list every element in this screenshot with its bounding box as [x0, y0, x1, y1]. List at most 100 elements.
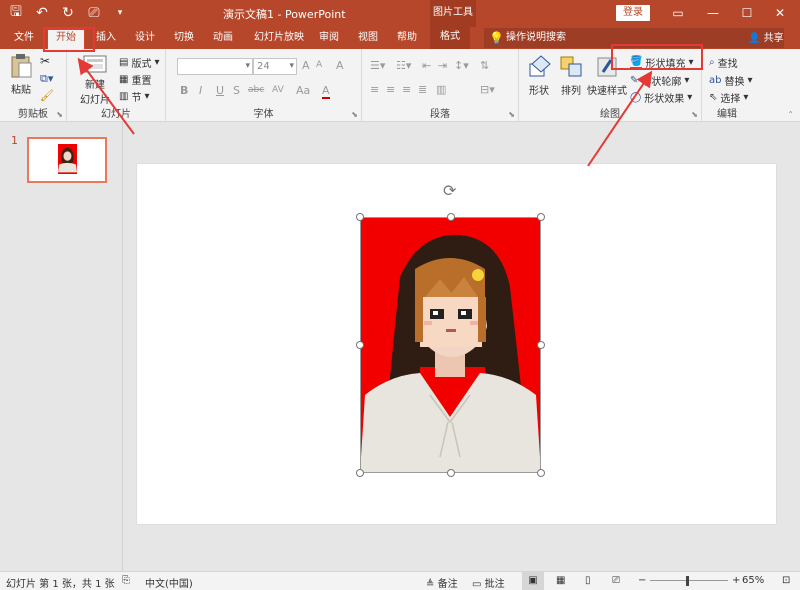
person-icon: 👤	[748, 33, 761, 44]
tab-help[interactable]: 帮助	[397, 30, 417, 49]
font-name-box[interactable]: ▾	[177, 58, 253, 75]
shrink-font-icon[interactable]: A	[316, 60, 322, 70]
reading-view-icon[interactable]: ▯	[585, 575, 591, 586]
tab-insert[interactable]: 插入	[96, 30, 116, 49]
text-direction-icon[interactable]: ⇅	[480, 59, 489, 72]
numbering-icon[interactable]: ☷▾	[396, 59, 411, 72]
normal-view-icon[interactable]: ▣	[522, 572, 544, 590]
bold-button[interactable]: B	[180, 84, 188, 97]
slide-sorter-icon[interactable]: ▦	[556, 575, 565, 586]
tab-design[interactable]: 设计	[135, 30, 155, 49]
decrease-indent-icon[interactable]: ⇤	[422, 59, 431, 72]
tab-animations[interactable]: 动画	[213, 30, 233, 49]
ribbon-display-options-icon[interactable]: ▭	[668, 3, 688, 23]
copy-icon[interactable]: ⧉▾	[40, 72, 53, 86]
resize-handle-right[interactable]	[537, 341, 545, 349]
save-icon[interactable]: 🖫	[8, 1, 24, 25]
customize-qat-icon[interactable]: ▾	[112, 8, 128, 18]
font-launcher-icon[interactable]: ⬊	[351, 110, 358, 119]
section-button[interactable]: ▥ 节 ▾	[119, 89, 149, 104]
share-button[interactable]: 👤 共享	[748, 29, 784, 44]
resize-handle-top-right[interactable]	[537, 213, 545, 221]
login-button[interactable]: 登录	[616, 5, 650, 21]
find-button[interactable]: ⌕ 查找	[709, 55, 738, 70]
tab-view[interactable]: 视图	[358, 30, 378, 49]
shadow-button[interactable]: S	[233, 84, 240, 97]
change-case-button[interactable]: Aa	[296, 84, 310, 97]
tab-file[interactable]: 文件	[14, 30, 34, 49]
maximize-icon[interactable]: ☐	[737, 3, 757, 23]
increase-indent-icon[interactable]: ⇥	[438, 59, 447, 72]
shape-outline-button[interactable]: ✎ 形状轮廓 ▾	[630, 73, 689, 88]
zoom-slider-thumb[interactable]	[686, 576, 689, 586]
grow-font-icon[interactable]: A	[302, 59, 310, 72]
align-right-icon[interactable]: ≡	[402, 83, 411, 96]
close-icon[interactable]: ✕	[770, 3, 790, 23]
collapse-ribbon-icon[interactable]: ⌃	[787, 110, 794, 119]
align-left-icon[interactable]: ≡	[370, 83, 379, 96]
reset-button[interactable]: ▦ 重置	[119, 72, 151, 87]
replace-button[interactable]: ab 替换 ▾	[709, 73, 753, 88]
select-label: 选择	[720, 94, 741, 105]
clipboard-launcher-icon[interactable]: ⬊	[56, 110, 63, 119]
zoom-slider-track[interactable]	[650, 580, 728, 581]
paragraph-launcher-icon[interactable]: ⬊	[508, 110, 515, 119]
clear-formatting-icon[interactable]: A	[336, 59, 344, 72]
bullets-icon[interactable]: ☰▾	[370, 59, 385, 72]
format-painter-icon[interactable]: 🖌	[40, 89, 54, 102]
cut-icon[interactable]: ✂	[40, 54, 50, 68]
italic-button[interactable]: I	[199, 84, 202, 97]
line-spacing-icon[interactable]: ↕▾	[454, 59, 469, 72]
redo-icon[interactable]: ↻	[60, 5, 76, 21]
select-button[interactable]: ⇖ 选择 ▾	[709, 90, 748, 105]
character-spacing-button[interactable]: AV	[272, 85, 284, 95]
arrange-button[interactable]: 排列	[556, 54, 586, 97]
resize-handle-bottom[interactable]	[447, 469, 455, 477]
shape-effects-button[interactable]: ◯ 形状效果 ▾	[630, 90, 692, 105]
comments-button[interactable]: ▭ 批注	[472, 575, 505, 590]
tab-transitions[interactable]: 切换	[174, 30, 194, 49]
font-color-button[interactable]: A	[322, 84, 330, 99]
zoom-level[interactable]: 65%	[742, 575, 764, 586]
tab-review[interactable]: 审阅	[319, 30, 339, 49]
rotate-handle-icon[interactable]: ⟳	[443, 181, 456, 200]
slideshow-icon[interactable]: ⎚	[612, 575, 620, 586]
fit-slide-icon[interactable]: ⊡	[782, 575, 790, 586]
drawing-group-label: 绘图	[600, 109, 620, 120]
justify-icon[interactable]: ≣	[418, 83, 427, 96]
start-from-beginning-icon[interactable]: ⎚	[86, 5, 102, 21]
resize-handle-bottom-left[interactable]	[356, 469, 364, 477]
language-indicator[interactable]: 中文(中国)	[145, 575, 193, 590]
slide-canvas[interactable]: ⟳	[137, 164, 776, 524]
paste-button[interactable]: 粘贴	[6, 53, 36, 96]
resize-handle-left[interactable]	[356, 341, 364, 349]
shapes-button[interactable]: 形状	[524, 54, 554, 97]
font-size-box[interactable]: 24 ▾	[253, 58, 297, 75]
undo-icon[interactable]: ↶	[34, 5, 50, 21]
drawing-launcher-icon[interactable]: ⬊	[691, 110, 698, 119]
underline-button[interactable]: U	[216, 84, 224, 97]
dropdown-arrow-icon: ▾	[687, 92, 693, 103]
layout-button[interactable]: ▤ 版式 ▾	[119, 55, 159, 70]
zoom-in-icon[interactable]: +	[732, 575, 740, 586]
spell-check-icon[interactable]: ⎘	[122, 575, 130, 586]
resize-handle-top-left[interactable]	[356, 213, 364, 221]
tab-format[interactable]: 格式	[430, 27, 470, 49]
new-slide-button[interactable]: 新建 幻灯片	[77, 54, 113, 106]
align-text-icon[interactable]: ⊟▾	[480, 83, 495, 96]
arrange-icon	[560, 56, 582, 77]
strikethrough-button[interactable]: abc	[248, 85, 264, 95]
notes-label: 备注	[437, 579, 458, 590]
zoom-out-icon[interactable]: −	[638, 575, 646, 586]
align-center-icon[interactable]: ≡	[386, 83, 395, 96]
notes-button[interactable]: ≜ 备注	[426, 575, 458, 590]
slide-thumbnail[interactable]	[27, 137, 107, 183]
replace-icon: ab	[709, 75, 722, 86]
resize-handle-top[interactable]	[447, 213, 455, 221]
dropdown-arrow-icon: ▾	[154, 57, 160, 68]
tab-slideshow[interactable]: 幻灯片放映	[254, 30, 304, 49]
minimize-icon[interactable]: —	[703, 3, 723, 23]
id-photo[interactable]	[360, 217, 541, 473]
columns-icon[interactable]: ▥	[436, 83, 446, 96]
resize-handle-bottom-right[interactable]	[537, 469, 545, 477]
